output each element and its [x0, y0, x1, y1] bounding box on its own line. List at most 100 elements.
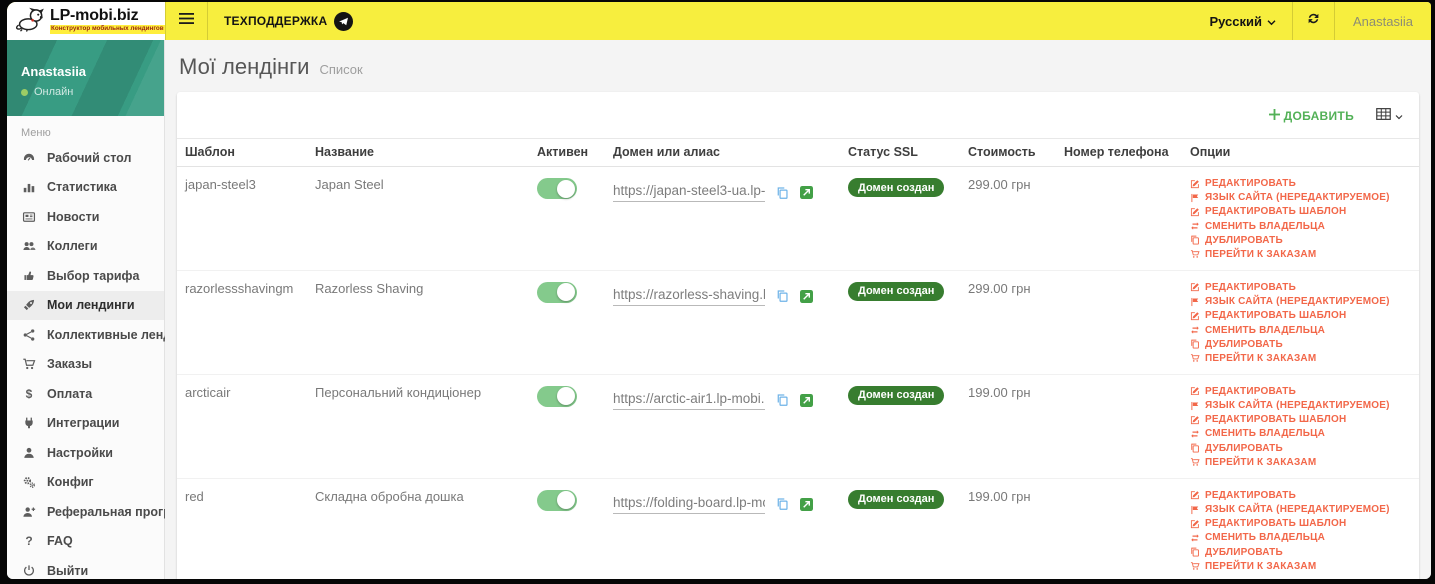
landing-name: Razorless Shaving [315, 280, 424, 296]
rocket-icon [21, 298, 37, 312]
option-label: СМЕНИТЬ ВЛАДЕЛЬЦА [1205, 428, 1326, 440]
domain-input[interactable]: https://arctic-air1.lp-mobi.biz [613, 391, 765, 410]
sidebar-user-panel: Anastasiia Онлайн [7, 40, 164, 116]
table-row: razorlessshavingm Razorless Shaving http… [177, 270, 1419, 375]
sidebar-item-14[interactable]: Выйти [7, 556, 164, 579]
sidebar-item-3[interactable]: Коллеги [7, 232, 164, 262]
option-link-2[interactable]: РЕДАКТИРОВАТЬ ШАБЛОН [1190, 518, 1411, 529]
refresh-icon [1306, 11, 1321, 31]
option-link-3[interactable]: СМЕНИТЬ ВЛАДЕЛЬЦА [1190, 221, 1411, 232]
external-link-icon[interactable] [800, 186, 813, 199]
chevron-down-icon [1267, 14, 1276, 29]
option-link-1[interactable]: ЯЗЫК САЙТА (НЕРЕДАКТИРУЕМОЕ) [1190, 400, 1411, 411]
exchange-icon [1190, 325, 1200, 335]
option-label: ДУБЛИРОВАТЬ [1205, 234, 1283, 246]
option-link-0[interactable]: РЕДАКТИРОВАТЬ [1190, 178, 1411, 189]
option-link-2[interactable]: РЕДАКТИРОВАТЬ ШАБЛОН [1190, 310, 1411, 321]
domain-input[interactable]: https://folding-board.lp-mobi.biz [613, 495, 765, 514]
sidebar-item-5-active[interactable]: Мои лендинги [7, 290, 164, 320]
sidebar-item-9[interactable]: Интеграции [7, 409, 164, 439]
sidebar-item-10[interactable]: Настройки [7, 438, 164, 468]
option-label: ЯЗЫК САЙТА (НЕРЕДАКТИРУЕМОЕ) [1205, 192, 1390, 204]
external-link-icon[interactable] [800, 393, 813, 407]
chevron-down-icon [1395, 107, 1403, 125]
header-active: Активен [529, 138, 605, 167]
flag-icon [1190, 401, 1200, 411]
copy-icon [1190, 235, 1200, 245]
sidebar-item-12[interactable]: Реферальная программа [7, 497, 203, 527]
sidebar-toggle-button[interactable] [165, 2, 207, 40]
top-navbar: LP-mobi.biz Конструктор мобильных лендин… [7, 2, 1431, 40]
copy-icon[interactable] [776, 186, 789, 200]
share-icon [21, 328, 37, 342]
options-list: РЕДАКТИРОВАТЬ ЯЗЫК САЙТА (НЕРЕДАКТИРУЕМОЕ… [1190, 489, 1411, 572]
add-button[interactable]: ДОБАВИТЬ [1268, 109, 1354, 123]
copy-icon[interactable] [776, 289, 789, 303]
edit-icon [1190, 207, 1200, 217]
sidebar-item-1[interactable]: Статистика [7, 173, 164, 203]
option-link-5[interactable]: ПЕРЕЙТИ К ЗАКАЗАМ [1190, 353, 1411, 364]
domain-input[interactable]: https://razorless-shaving.lp-mobi.biz [613, 287, 765, 306]
option-link-3[interactable]: СМЕНИТЬ ВЛАДЕЛЬЦА [1190, 325, 1411, 336]
option-link-2[interactable]: РЕДАКТИРОВАТЬ ШАБЛОН [1190, 206, 1411, 217]
sidebar-item-6[interactable]: Коллективные лендинги [7, 320, 199, 350]
option-link-4[interactable]: ДУБЛИРОВАТЬ [1190, 547, 1411, 558]
option-link-5[interactable]: ПЕРЕЙТИ К ЗАКАЗАМ [1190, 561, 1411, 572]
option-label: РЕДАКТИРОВАТЬ [1205, 489, 1296, 501]
edit-icon [1190, 490, 1200, 500]
option-link-1[interactable]: ЯЗЫК САЙТА (НЕРЕДАКТИРУЕМОЕ) [1190, 296, 1411, 307]
header-template: Шаблон [177, 138, 307, 167]
support-button[interactable]: ТЕХПОДДЕРЖКА [207, 2, 369, 40]
sidebar-item-8[interactable]: $ Оплата [7, 379, 164, 409]
option-label: ПЕРЕЙТИ К ЗАКАЗАМ [1205, 352, 1317, 364]
option-link-1[interactable]: ЯЗЫК САЙТА (НЕРЕДАКТИРУЕМОЕ) [1190, 504, 1411, 515]
ssl-status-badge: Домен создан [848, 489, 945, 509]
refresh-button[interactable] [1292, 2, 1336, 40]
option-label: РЕДАКТИРОВАТЬ ШАБЛОН [1205, 414, 1347, 426]
flag-icon [1190, 505, 1200, 515]
option-link-5[interactable]: ПЕРЕЙТИ К ЗАКАЗАМ [1190, 249, 1411, 260]
active-toggle[interactable] [537, 385, 577, 407]
active-toggle[interactable] [537, 489, 577, 511]
external-link-icon[interactable] [800, 497, 813, 511]
option-link-4[interactable]: ДУБЛИРОВАТЬ [1190, 339, 1411, 350]
option-link-4[interactable]: ДУБЛИРОВАТЬ [1190, 235, 1411, 246]
language-dropdown[interactable]: Русский [1193, 2, 1292, 40]
option-link-0[interactable]: РЕДАКТИРОВАТЬ [1190, 386, 1411, 397]
active-toggle[interactable] [537, 281, 577, 303]
sidebar-item-0[interactable]: Рабочий стол [7, 143, 164, 173]
exchange-icon [1190, 533, 1200, 543]
copy-icon[interactable] [776, 393, 789, 407]
option-link-1[interactable]: ЯЗЫК САЙТА (НЕРЕДАКТИРУЕМОЕ) [1190, 192, 1411, 203]
domain-input[interactable]: https://japan-steel3-ua.lp-mobi.biz [613, 183, 765, 202]
sidebar-item-label: Коллеги [47, 239, 98, 254]
columns-dropdown-button[interactable] [1376, 107, 1403, 125]
option-link-2[interactable]: РЕДАКТИРОВАТЬ ШАБЛОН [1190, 414, 1411, 425]
copy-icon[interactable] [776, 497, 789, 511]
sidebar-item-7[interactable]: Заказы [7, 350, 164, 380]
option-label: РЕДАКТИРОВАТЬ ШАБЛОН [1205, 518, 1347, 530]
external-link-icon[interactable] [800, 289, 813, 303]
option-link-4[interactable]: ДУБЛИРОВАТЬ [1190, 443, 1411, 454]
online-status-label: Онлайн [34, 86, 74, 98]
cart-icon [1190, 561, 1200, 571]
sidebar-item-11[interactable]: Конфиг [7, 468, 164, 498]
header-ssl: Статус SSL [840, 138, 960, 167]
option-label: ДУБЛИРОВАТЬ [1205, 442, 1283, 454]
header-domain: Домен или алиас [605, 138, 840, 167]
exchange-icon [1190, 221, 1200, 231]
option-label: ЯЗЫК САЙТА (НЕРЕДАКТИРУЕМОЕ) [1205, 400, 1390, 412]
option-link-0[interactable]: РЕДАКТИРОВАТЬ [1190, 490, 1411, 501]
brand-logo[interactable]: LP-mobi.biz Конструктор мобильных лендин… [7, 2, 165, 40]
option-link-3[interactable]: СМЕНИТЬ ВЛАДЕЛЬЦА [1190, 532, 1411, 543]
topbar-username[interactable]: Anastasiia [1335, 2, 1431, 40]
option-link-0[interactable]: РЕДАКТИРОВАТЬ [1190, 282, 1411, 293]
cart-icon [21, 357, 37, 371]
price-value: 299.00 грн [968, 280, 1031, 296]
sidebar-item-13[interactable]: ? FAQ [7, 527, 164, 557]
active-toggle[interactable] [537, 178, 577, 199]
option-link-5[interactable]: ПЕРЕЙТИ К ЗАКАЗАМ [1190, 457, 1411, 468]
sidebar-item-2[interactable]: Новости [7, 202, 164, 232]
option-link-3[interactable]: СМЕНИТЬ ВЛАДЕЛЬЦА [1190, 428, 1411, 439]
sidebar-item-4[interactable]: Выбор тарифа [7, 261, 164, 291]
